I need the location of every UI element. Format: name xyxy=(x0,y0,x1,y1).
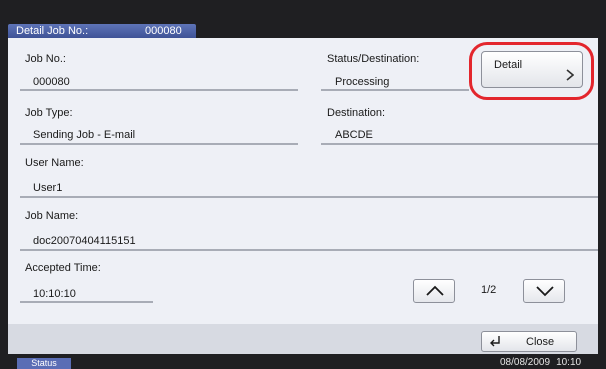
chevron-right-icon xyxy=(566,69,575,83)
page-down-button[interactable] xyxy=(523,279,565,303)
accepted-time-value: 10:10:10 xyxy=(33,288,76,300)
job-no-value: 000080 xyxy=(33,76,70,88)
accepted-time-underline xyxy=(20,301,153,303)
status-label: Status/Destination: xyxy=(327,53,420,65)
destination-label: Destination: xyxy=(327,107,386,119)
title-bar: Detail Job No.: 000080 xyxy=(8,24,196,38)
job-type-underline xyxy=(20,143,298,145)
user-name-label: User Name: xyxy=(25,157,84,169)
job-no-underline xyxy=(20,89,298,91)
arrow-up-icon xyxy=(426,285,444,296)
job-no-label: Job No.: xyxy=(25,53,66,65)
title-label: Detail Job No.: xyxy=(16,25,89,37)
status-clock: 08/08/2009 10:10 xyxy=(500,357,581,369)
job-type-label: Job Type: xyxy=(25,107,73,119)
title-job-number: 000080 xyxy=(145,25,182,37)
arrow-down-icon xyxy=(536,286,554,297)
status-underline xyxy=(321,89,469,91)
close-button-label: Close xyxy=(526,336,555,348)
job-type-value: Sending Job - E-mail xyxy=(33,129,136,141)
destination-underline xyxy=(321,143,598,145)
close-button[interactable]: Close xyxy=(481,331,577,352)
status-time: 10:10 xyxy=(556,357,582,368)
accepted-time-label: Accepted Time: xyxy=(25,262,101,274)
detail-button[interactable]: Detail xyxy=(481,51,583,88)
job-name-label: Job Name: xyxy=(25,210,79,222)
status-date: 08/08/2009 xyxy=(500,357,551,368)
job-name-value: doc20070404115151 xyxy=(33,235,136,247)
user-name-underline xyxy=(20,196,598,198)
status-value: Processing xyxy=(335,76,390,88)
job-name-underline xyxy=(20,249,598,251)
page-indicator: 1/2 xyxy=(481,284,497,296)
status-tab[interactable]: Status xyxy=(17,358,71,369)
user-name-value: User1 xyxy=(33,182,63,194)
page-up-button[interactable] xyxy=(413,279,455,303)
return-arrow-icon xyxy=(489,335,501,350)
destination-value: ABCDE xyxy=(335,129,373,141)
detail-button-label: Detail xyxy=(494,59,523,71)
